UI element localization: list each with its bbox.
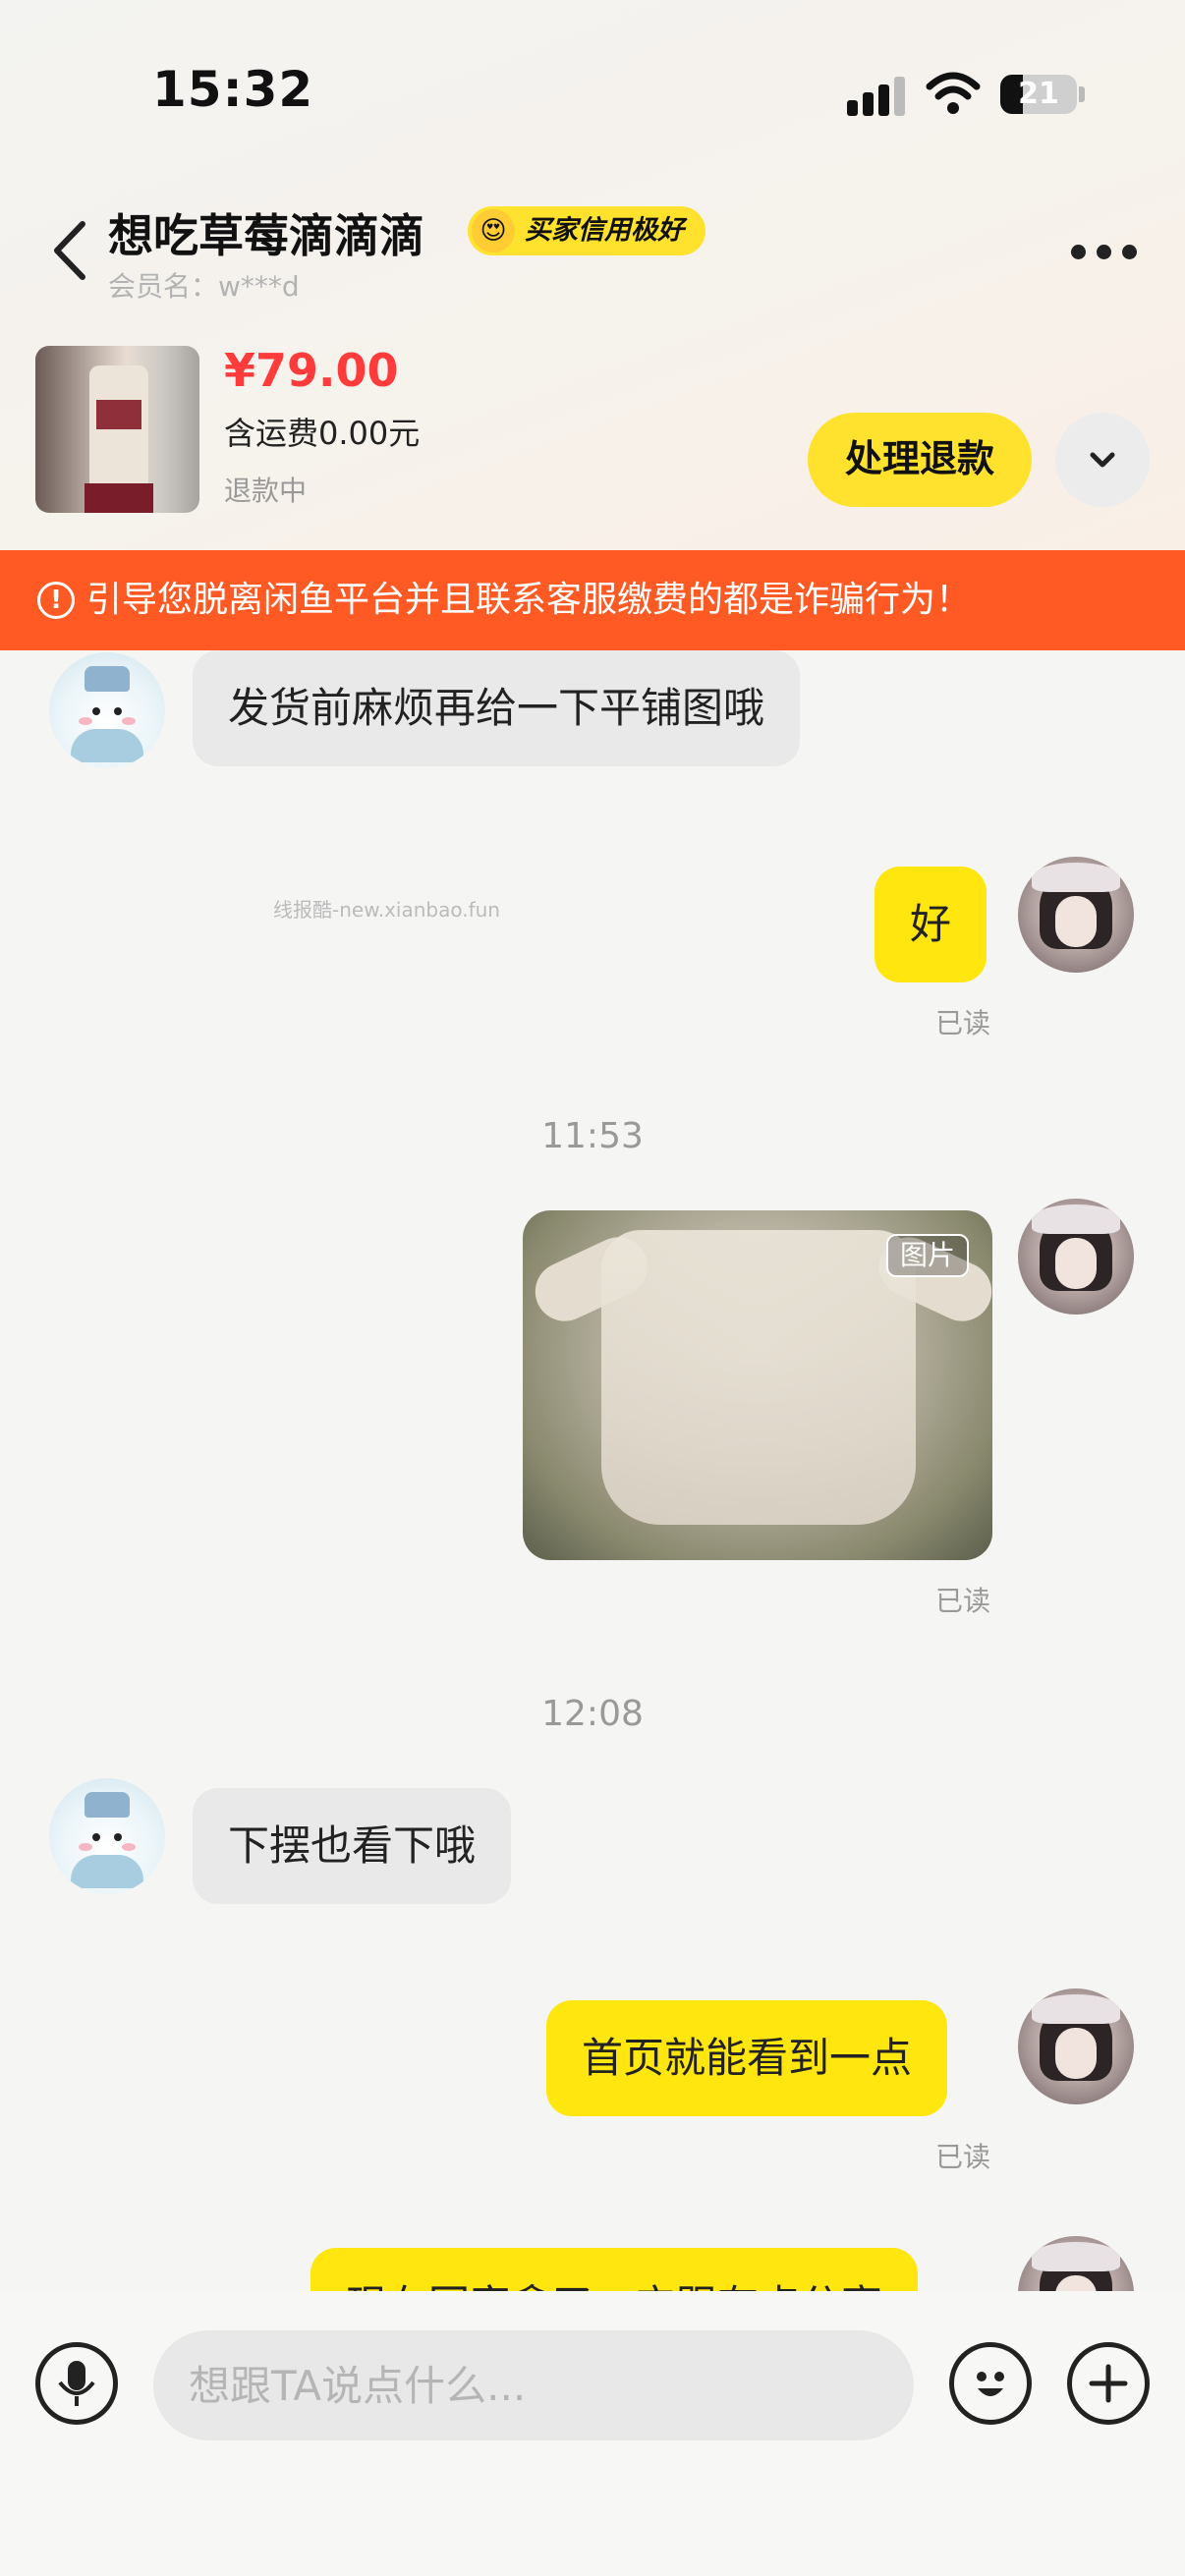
message-input[interactable]	[153, 2330, 914, 2440]
emoji-icon[interactable]	[949, 2342, 1032, 2425]
contact-name: 想吃草莓滴滴滴	[108, 209, 424, 262]
status-bar: 15:32 21	[0, 0, 1185, 187]
signal-icon	[847, 77, 908, 116]
read-receipt: 已读	[935, 1007, 991, 1039]
buyer-avatar[interactable]	[49, 1778, 165, 1894]
battery-cap	[1079, 86, 1085, 102]
self-avatar[interactable]	[1018, 857, 1134, 973]
image-message[interactable]: 图片	[523, 1210, 992, 1560]
order-status: 退款中	[224, 475, 308, 507]
message-bubble-outgoing[interactable]: 好	[875, 867, 988, 982]
message-bubble-incoming[interactable]: 下摆也看下哦	[193, 1788, 512, 1904]
credit-badge[interactable]: 😍 买家信用极好	[468, 206, 705, 255]
wifi-icon	[926, 72, 981, 114]
exclamation-icon: !	[37, 582, 75, 619]
product-card[interactable]: ¥79.00 含运费0.00元 退款中 处理退款	[0, 334, 1185, 531]
credit-badge-label: 买家信用极好	[525, 215, 684, 246]
product-price: ¥79.00	[224, 344, 399, 397]
timestamp-separator: 12:08	[541, 1694, 644, 1734]
watermark-text: 线报酷-new.xianbao.fun	[273, 898, 500, 922]
expand-button[interactable]	[1055, 413, 1150, 507]
back-icon[interactable]	[45, 216, 94, 285]
plus-icon[interactable]	[1067, 2342, 1150, 2425]
input-bar	[0, 2291, 1185, 2576]
read-receipt: 已读	[935, 1585, 991, 1617]
message-bubble-incoming[interactable]: 发货前麻烦再给一下平铺图哦	[193, 650, 801, 766]
product-thumbnail[interactable]	[35, 346, 199, 513]
battery-icon: 21	[1000, 75, 1077, 114]
self-avatar[interactable]	[1018, 2236, 1134, 2291]
self-avatar[interactable]	[1018, 1988, 1134, 2104]
chat-header: 想吃草莓滴滴滴 😍 买家信用极好 会员名：w***d	[0, 187, 1185, 314]
message-bubble-outgoing[interactable]: 现在回家拿了，它跟有点分享	[310, 2248, 919, 2291]
shipping-fee: 含运费0.00元	[224, 415, 421, 452]
battery-level: 21	[1018, 77, 1059, 111]
self-avatar[interactable]	[1018, 1199, 1134, 1315]
microphone-icon[interactable]	[35, 2342, 118, 2425]
image-tag: 图片	[885, 1234, 969, 1277]
timestamp-separator: 11:53	[541, 1116, 644, 1156]
buyer-avatar[interactable]	[49, 652, 165, 768]
heart-eyes-icon: 😍	[472, 209, 515, 252]
process-refund-button[interactable]: 处理退款	[808, 413, 1032, 507]
fraud-warning-banner: ! 引导您脱离闲鱼平台并且联系客服缴费的都是诈骗行为！	[0, 550, 1185, 650]
chat-area[interactable]: 发货前麻烦再给一下平铺图哦 线报酷-new.xianbao.fun 好 已读 1…	[0, 650, 1185, 2291]
message-bubble-outgoing[interactable]: 首页就能看到一点	[546, 2000, 948, 2116]
member-name: 会员名：w***d	[108, 270, 300, 303]
read-receipt: 已读	[935, 2141, 991, 2173]
chevron-down-icon	[1090, 452, 1115, 468]
fraud-warning-text: 引导您脱离闲鱼平台并且联系客服缴费的都是诈骗行为！	[86, 580, 972, 620]
status-time: 15:32	[152, 61, 314, 118]
more-options-icon[interactable]	[1071, 241, 1140, 264]
